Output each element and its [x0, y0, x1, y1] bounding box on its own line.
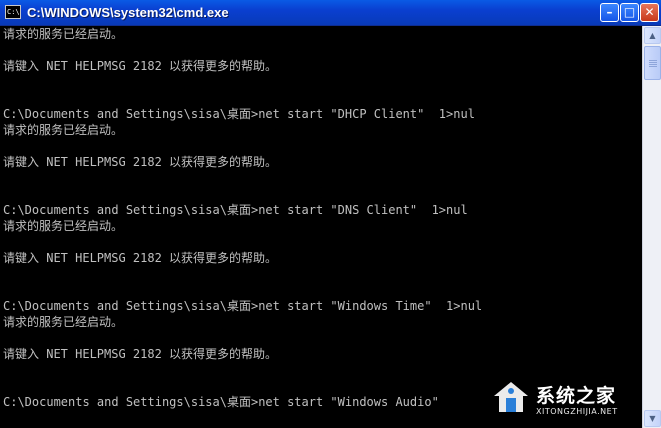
- thumb-grip-line: [649, 60, 657, 61]
- watermark: 系统之家 XITONGZHIJIA.NET: [492, 378, 642, 424]
- title-bar[interactable]: C:\ C:\WINDOWS\system32\cmd.exe – □ ✕: [0, 0, 661, 26]
- minimize-button[interactable]: –: [600, 3, 619, 22]
- console-line: 请键入 NET HELPMSG 2182 以获得更多的帮助。: [3, 155, 278, 169]
- watermark-name: 系统之家: [536, 385, 617, 407]
- thumb-grip-line: [649, 62, 657, 63]
- console-line: C:\Documents and Settings\sisa\桌面>net st…: [3, 395, 439, 409]
- thumb-grip-line: [649, 64, 657, 65]
- close-button[interactable]: ✕: [640, 3, 659, 22]
- console-line: C:\Documents and Settings\sisa\桌面>net st…: [3, 203, 468, 217]
- house-logo-icon: [494, 382, 528, 412]
- console-line: 请求的服务已经启动。: [3, 27, 124, 41]
- vertical-scrollbar[interactable]: ▲ ▼: [642, 26, 661, 428]
- console-output[interactable]: 请求的服务已经启动。 请键入 NET HELPMSG 2182 以获得更多的帮助…: [0, 26, 642, 428]
- scroll-up-button[interactable]: ▲: [644, 27, 661, 44]
- console-line: C:\Documents and Settings\sisa\桌面>net st…: [3, 299, 483, 313]
- cmd-window: C:\ C:\WINDOWS\system32\cmd.exe – □ ✕ 请求…: [0, 0, 661, 428]
- console-line: 请求的服务已经启动。: [3, 315, 124, 329]
- cmd-app-icon[interactable]: C:\: [5, 5, 21, 19]
- maximize-button[interactable]: □: [620, 3, 639, 22]
- console-line: 请键入 NET HELPMSG 2182 以获得更多的帮助。: [3, 59, 278, 73]
- watermark-url: XITONGZHIJIA.NET: [536, 407, 618, 416]
- scroll-thumb[interactable]: [644, 46, 661, 80]
- console-line: 请键入 NET HELPMSG 2182 以获得更多的帮助。: [3, 347, 278, 361]
- console-line: 请求的服务已经启动。: [3, 123, 124, 137]
- window-title: C:\WINDOWS\system32\cmd.exe: [27, 5, 229, 20]
- console-line: C:\Documents and Settings\sisa\桌面>net st…: [3, 107, 475, 121]
- thumb-grip-line: [649, 66, 657, 67]
- console-line: 请键入 NET HELPMSG 2182 以获得更多的帮助。: [3, 251, 278, 265]
- scroll-down-button[interactable]: ▼: [644, 410, 661, 427]
- console-line: 请求的服务已经启动。: [3, 219, 124, 233]
